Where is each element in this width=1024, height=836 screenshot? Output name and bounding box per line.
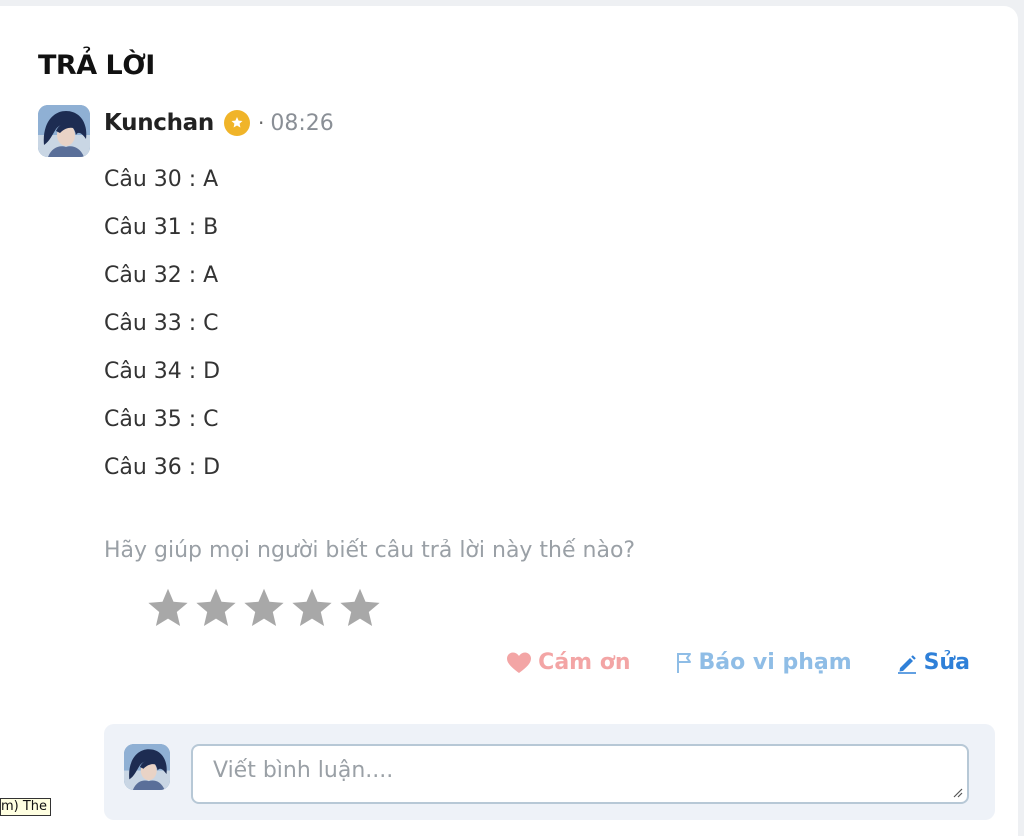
separator-dot: · xyxy=(257,111,265,135)
answer-line: Câu 34 : D xyxy=(104,359,221,384)
comment-input[interactable] xyxy=(191,744,969,804)
author-name[interactable]: Kunchan xyxy=(104,110,214,136)
heart-icon xyxy=(507,652,532,673)
rating-prompt: Hãy giúp mọi người biết câu trả lời này … xyxy=(104,538,636,563)
answer-actions: Cám ơn Báo vi phạm Sửa xyxy=(506,650,970,675)
star-5-icon[interactable] xyxy=(338,586,382,630)
author-avatar[interactable] xyxy=(38,105,90,157)
report-label: Báo vi phạm xyxy=(698,650,852,675)
star-2-icon[interactable] xyxy=(194,586,238,630)
answer-line: Câu 33 : C xyxy=(104,311,219,336)
answer-line: Câu 36 : D xyxy=(104,455,221,480)
edit-label: Sửa xyxy=(923,650,970,675)
post-time: 08:26 xyxy=(270,110,334,136)
thanks-label: Cám ơn xyxy=(538,650,631,675)
answer-card: TRẢ LỜI Kunchan · 08:26 Câu 30 : A Câu 3… xyxy=(0,6,1018,836)
verified-badge-icon xyxy=(223,110,250,136)
answer-line: Câu 31 : B xyxy=(104,215,219,240)
edit-button[interactable]: Sửa xyxy=(896,650,970,675)
comment-box xyxy=(104,724,995,820)
answer-list: Câu 30 : A Câu 31 : B Câu 32 : A Câu 33 … xyxy=(104,162,220,498)
author-row: Kunchan · 08:26 xyxy=(104,106,334,140)
answer-line: Câu 30 : A xyxy=(104,167,219,192)
commenter-avatar xyxy=(124,744,170,790)
report-button[interactable]: Báo vi phạm xyxy=(675,650,852,675)
answer-line: Câu 35 : C xyxy=(104,407,219,432)
resize-grip-icon[interactable] xyxy=(951,786,963,798)
tooltip-fragment: m) The xyxy=(0,798,52,816)
star-rating xyxy=(146,586,382,630)
section-title: TRẢ LỜI xyxy=(38,50,155,81)
thanks-button[interactable]: Cám ơn xyxy=(506,650,631,675)
star-4-icon[interactable] xyxy=(290,586,334,630)
flag-icon xyxy=(676,652,691,673)
star-3-icon[interactable] xyxy=(242,586,286,630)
pencil-icon xyxy=(897,654,916,674)
answer-line: Câu 32 : A xyxy=(104,263,219,288)
star-1-icon[interactable] xyxy=(146,586,190,630)
